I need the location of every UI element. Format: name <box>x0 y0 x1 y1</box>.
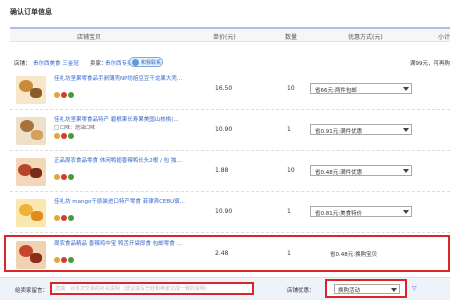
guarantee-icon <box>54 215 60 221</box>
discount-select-value: 省0.48元:满件优惠 <box>315 170 363 176</box>
contact-seller-button[interactable]: 和我联系 <box>129 57 163 67</box>
service-icons <box>54 133 75 140</box>
order-footer: 给卖家留言： 店铺优惠： 换购活动 ▽ <box>0 277 450 300</box>
shop-promo-label: 店铺优惠： <box>287 288 315 294</box>
column-unit-price: 单价(元) <box>213 34 236 41</box>
shop-name-link[interactable]: 贵尔西美食 三金冠 <box>33 59 79 67</box>
product-name-link[interactable]: 佳礼坊坚果零食品手剥薄壳NP坊焙豆豆干龙果大壳... <box>54 74 182 82</box>
product-thumbnail[interactable] <box>16 76 46 104</box>
unit-price: 16.50 <box>215 85 233 92</box>
quantity: 1 <box>287 126 291 133</box>
page-title: 确认订单信息 <box>10 8 52 16</box>
quantity: 1 <box>287 208 291 215</box>
order-item: 佳礼坊 mango干原装进口特产零食 菲律宾CEBU宿... 10.90 1 省… <box>10 193 450 233</box>
shipping-threshold-text: 满99元，可再购 <box>410 61 450 67</box>
discount-select-value: 省0.91元:满件优惠 <box>315 129 363 135</box>
column-discount: 优惠方式(元) <box>348 34 383 41</box>
credit-icon <box>61 92 67 98</box>
shop-promo-value: 换购活动 <box>338 288 361 294</box>
service-icons <box>54 174 75 181</box>
seller-message-field <box>50 282 254 295</box>
discount-select[interactable]: 省0.91元:满件优惠 <box>310 124 412 135</box>
wangwang-icon <box>132 59 139 66</box>
chevron-down-icon <box>403 210 409 214</box>
seller-message-input[interactable] <box>52 284 252 293</box>
discount-select[interactable]: 省0.81元:美食特价 <box>310 206 412 217</box>
product-thumbnail[interactable] <box>16 158 46 186</box>
column-shop-item: 店铺宝贝 <box>77 34 102 41</box>
contact-seller-label: 和我联系 <box>141 60 162 66</box>
chevron-down-icon <box>403 169 409 173</box>
product-thumbnail[interactable] <box>16 117 46 145</box>
credit-icon <box>61 174 67 180</box>
shop-label: 店铺： <box>14 61 31 67</box>
quantity: 10 <box>287 167 295 174</box>
shop-info-row: 店铺： 贵尔西美食 三金冠 卖家： 贵尔西专卖 和我联系 满99元，可再购 <box>10 57 450 69</box>
order-item: 正品周农食品零食 休闲鸭翅香辣鸭长头2根 / 包 独... 1.88 10 省0… <box>10 152 450 192</box>
discount-select[interactable]: 省66元:两件包邮 <box>310 83 412 94</box>
product-name-link[interactable]: 正品周农食品零食 休闲鸭翅香辣鸭长头2根 / 包 独... <box>54 156 182 164</box>
return-icon <box>68 174 74 180</box>
return-icon <box>68 215 74 221</box>
chevron-down-icon <box>403 128 409 132</box>
return-icon <box>68 92 74 98</box>
shop-promo-select[interactable]: 换购活动 <box>334 284 400 294</box>
product-variant: 口味：焙油口味 <box>54 124 95 131</box>
unit-price: 10.90 <box>215 208 233 215</box>
credit-icon <box>61 133 67 139</box>
product-name-link[interactable]: 佳礼坊 mango干原装进口特产零食 菲律宾CEBU宿... <box>54 197 185 205</box>
service-icons <box>54 215 75 222</box>
guarantee-icon <box>54 174 60 180</box>
unit-price: 1.88 <box>215 167 229 174</box>
chevron-down-icon <box>403 87 409 91</box>
guarantee-icon <box>54 92 60 98</box>
service-icons <box>54 92 75 99</box>
highlight-frame <box>4 235 450 272</box>
product-name-link[interactable]: 佳礼坊坚果零食品特产 碧根果长寿果美国山核桃(... <box>54 115 179 123</box>
credit-icon <box>61 215 67 221</box>
discount-select-value: 省66元:两件包邮 <box>315 88 357 94</box>
column-quantity: 数量 <box>285 34 298 41</box>
return-icon <box>68 133 74 139</box>
discount-select[interactable]: 省0.48元:满件优惠 <box>310 165 412 176</box>
order-item: 佳礼坊坚果零食品手剥薄壳NP坊焙豆豆干龙果大壳... 16.50 10 省66元… <box>10 70 450 110</box>
guarantee-icon <box>54 133 60 139</box>
expand-icon[interactable]: ▽ <box>412 285 417 292</box>
product-thumbnail[interactable] <box>16 199 46 227</box>
order-item: 佳礼坊坚果零食品特产 碧根果长寿果美国山核桃(... 口味：焙油口味 10.90… <box>10 111 450 151</box>
message-label: 给卖家留言： <box>15 288 49 294</box>
quantity: 10 <box>287 85 295 92</box>
discount-select-value: 省0.81元:美食特价 <box>315 211 363 217</box>
shop-promo-frame: 换购活动 <box>325 279 407 298</box>
unit-price: 10.90 <box>215 126 233 133</box>
chevron-down-icon <box>391 288 397 292</box>
column-subtotal: 小计 <box>438 34 450 41</box>
table-header: 店铺宝贝 单价(元) 数量 优惠方式(元) 小计 <box>10 27 450 42</box>
